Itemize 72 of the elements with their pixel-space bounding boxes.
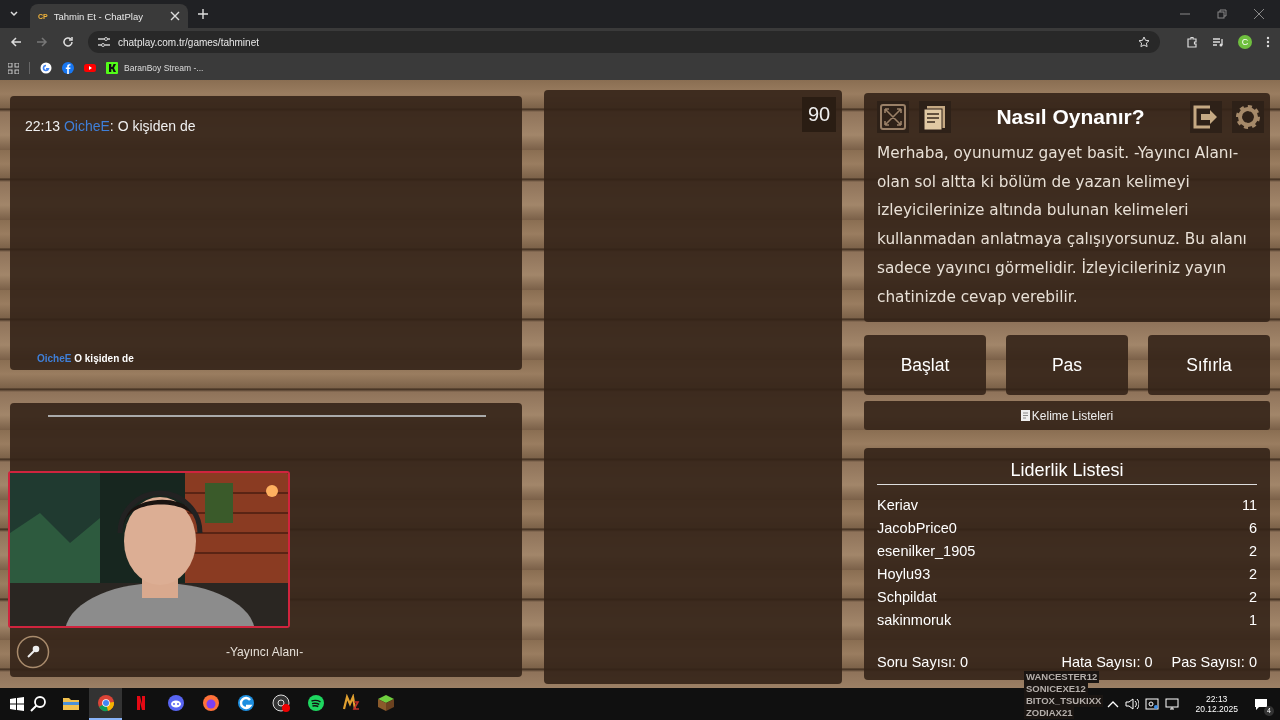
new-tab-icon[interactable] <box>198 9 208 19</box>
player-name: sakinmoruk <box>877 611 952 628</box>
clock[interactable]: 22:13 20.12.2025 <box>1195 694 1238 714</box>
settings-icon[interactable] <box>1232 101 1264 133</box>
follower-name: BITOX_TSUKIXX <box>1024 695 1104 707</box>
url-text: chatplay.com.tr/games/tahminet <box>118 36 259 48</box>
player-score: 2 <box>1248 565 1257 582</box>
game-button[interactable]: Başlat <box>864 335 986 395</box>
player-score: 6 <box>1248 519 1257 536</box>
start-icon[interactable] <box>10 697 24 711</box>
taskbar-app[interactable] <box>89 688 122 720</box>
player-name: esenilker_1905 <box>877 542 976 559</box>
player-score: 11 <box>1241 496 1257 513</box>
discord-icon <box>166 694 185 712</box>
follower-name: WANCESTER12 <box>1024 671 1100 683</box>
menu-icon[interactable] <box>1266 36 1270 48</box>
instructions-text: Merhaba, oyunumuz gayet basit. -Yayıncı Alanı- olan sol altta ki bölüm de yazan kelimeyi izleyicilerinize altında bulunan kelimeleri kullanmadan anlatmaya çalışıyorsunuz. Bu alanı sadece yayıncı görmelidir. İzleyicileriniz yayın chatinizde cevap verebilir. <box>877 143 1248 308</box>
timer-badge: 90 <box>802 97 836 132</box>
leaderboard-title: Liderlik Listesi <box>877 460 1257 485</box>
chevron-up-icon[interactable] <box>1107 700 1120 708</box>
forward-icon[interactable] <box>36 36 48 48</box>
bookmark-link[interactable]: BaranBoy Stream -... <box>106 62 204 74</box>
reload-icon[interactable] <box>62 36 74 48</box>
apps-grid-icon[interactable] <box>8 62 19 74</box>
follower-name: SONICEXE12 <box>1024 683 1088 695</box>
tab-title: Tahmin Et - ChatPlay <box>53 10 144 22</box>
player-name: Keriav <box>877 496 919 513</box>
player-score: 2 <box>1248 588 1257 605</box>
g-logo-icon <box>236 694 255 712</box>
close-icon[interactable] <box>1254 9 1264 19</box>
exit-icon[interactable] <box>1190 101 1222 133</box>
stat-text: Hata Sayısı: 0 <box>1061 654 1153 670</box>
g-logo-icon[interactable] <box>40 62 52 74</box>
info-title: Nasıl Oynanır? <box>995 105 1146 129</box>
fullscreen-icon[interactable] <box>877 101 909 133</box>
player-score: 1 <box>1248 611 1257 628</box>
game-button[interactable]: Sıfırla <box>1148 335 1270 395</box>
player-name: Schpildat <box>877 588 937 605</box>
site-settings-icon[interactable] <box>98 37 110 47</box>
player-name: JacobPrice0 <box>877 519 957 536</box>
cube-icon <box>376 694 395 712</box>
f-logo-icon[interactable] <box>62 62 74 74</box>
chrome-icon <box>96 694 115 712</box>
record-icon <box>271 694 290 712</box>
chat-message: 22:13 OicheE: O kişiden de <box>25 118 197 134</box>
game-button[interactable]: Pas <box>1006 335 1128 395</box>
address-bar[interactable]: chatplay.com.tr/games/tahminet <box>88 31 1160 53</box>
document-icon[interactable] <box>919 101 951 133</box>
player-name: Hoylu93 <box>877 565 931 582</box>
back-icon[interactable] <box>10 36 22 48</box>
word-lists-button[interactable]: Kelime Listeleri <box>864 401 1270 430</box>
notifications-icon[interactable] <box>1254 698 1268 710</box>
bookmark-star-icon[interactable] <box>1138 36 1150 48</box>
media-icon[interactable] <box>1212 36 1224 48</box>
camera-icon[interactable] <box>1145 698 1160 710</box>
chat-preview: OicheE O kişiden de <box>36 353 135 364</box>
restore-icon[interactable] <box>1217 9 1227 19</box>
network-icon[interactable] <box>1165 698 1180 710</box>
area-label: -Yayıncı Alanı- <box>226 645 304 659</box>
microphone-icon[interactable] <box>16 635 50 669</box>
spotify-icon <box>306 694 325 712</box>
volume-icon[interactable] <box>1125 698 1140 710</box>
stat-text: Pas Sayısı: 0 <box>1171 654 1257 670</box>
game-logo-icon <box>341 694 360 712</box>
search-icon[interactable] <box>30 696 46 712</box>
document-icon <box>1020 410 1030 421</box>
extensions-icon[interactable] <box>1186 36 1198 48</box>
player-score: 2 <box>1248 542 1257 559</box>
stat-text: Soru Sayısı: 0 <box>877 654 969 670</box>
k-logo-icon <box>106 62 118 74</box>
play-logo-icon[interactable] <box>84 62 96 74</box>
follower-name: ZODIAX21 <box>1024 707 1075 719</box>
